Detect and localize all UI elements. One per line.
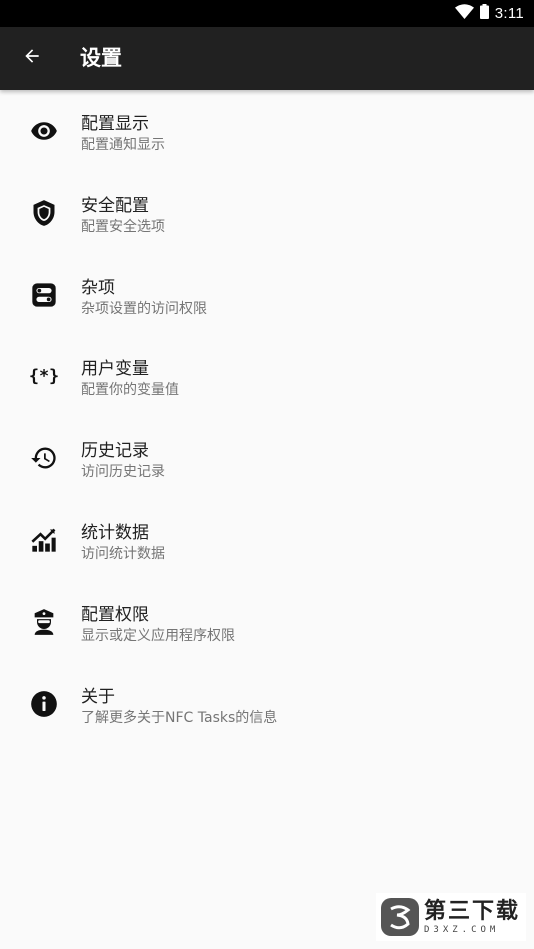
settings-item-title: 配置显示 bbox=[81, 114, 149, 134]
status-right: 3:11 bbox=[454, 0, 524, 27]
variable-icon: {*} bbox=[30, 362, 58, 390]
settings-item-subtitle: 配置安全选项 bbox=[81, 218, 165, 235]
settings-item-display[interactable]: 配置显示 配置通知显示 bbox=[0, 90, 534, 172]
back-button[interactable] bbox=[10, 36, 54, 80]
eye-icon bbox=[30, 117, 58, 145]
watermark-title: 第三下载 bbox=[424, 899, 521, 924]
settings-item-about[interactable]: 关于 了解更多关于NFC Tasks的信息 bbox=[0, 663, 534, 745]
settings-item-title: 安全配置 bbox=[81, 195, 149, 216]
info-icon bbox=[30, 690, 58, 718]
arrow-back-icon bbox=[22, 46, 42, 70]
settings-item-subtitle: 配置你的变量值 bbox=[81, 382, 179, 399]
settings-list: 配置显示 配置通知显示 安全配置 配置安全选项 杂项 杂项设置的访问权限 {*}… bbox=[0, 90, 534, 744]
settings-item-title: 关于 bbox=[81, 686, 115, 707]
watermark-subtitle: D3XZ.COM bbox=[424, 925, 500, 935]
svg-text:{*}: {*} bbox=[30, 366, 58, 386]
history-icon bbox=[30, 444, 58, 472]
app-bar: 设置 bbox=[0, 27, 534, 90]
settings-item-title: 统计数据 bbox=[81, 522, 149, 543]
settings-item-permissions[interactable]: 配置权限 显示或定义应用程序权限 bbox=[0, 581, 534, 663]
page-title: 设置 bbox=[80, 46, 122, 70]
watermark: 第三下载 D3XZ.COM bbox=[376, 893, 526, 941]
settings-item-subtitle: 杂项设置的访问权限 bbox=[81, 300, 207, 317]
settings-item-history[interactable]: 历史记录 访问历史记录 bbox=[0, 417, 534, 499]
settings-item-subtitle: 了解更多关于NFC Tasks的信息 bbox=[81, 709, 278, 726]
settings-item-title: 杂项 bbox=[81, 277, 115, 298]
settings-item-statistics[interactable]: 统计数据 访问统计数据 bbox=[0, 499, 534, 581]
settings-item-title: 配置权限 bbox=[81, 604, 149, 625]
battery-icon bbox=[479, 4, 489, 23]
settings-item-subtitle: 显示或定义应用程序权限 bbox=[81, 627, 235, 644]
settings-item-user-variables[interactable]: {*} 用户变量 配置你的变量值 bbox=[0, 335, 534, 417]
chart-icon bbox=[30, 526, 58, 554]
police-icon bbox=[30, 608, 58, 636]
shield-icon bbox=[30, 199, 58, 227]
settings-item-title: 用户变量 bbox=[81, 359, 149, 380]
settings-item-subtitle: 配置通知显示 bbox=[81, 137, 165, 153]
settings-item-title: 历史记录 bbox=[81, 441, 149, 462]
settings-item-security[interactable]: 安全配置 配置安全选项 bbox=[0, 172, 534, 254]
settings-item-subtitle: 访问历史记录 bbox=[81, 464, 165, 481]
status-bar: 3:11 bbox=[0, 0, 534, 27]
watermark-logo-icon bbox=[380, 897, 420, 937]
settings-item-misc[interactable]: 杂项 杂项设置的访问权限 bbox=[0, 254, 534, 336]
settings-item-subtitle: 访问统计数据 bbox=[81, 545, 165, 562]
watermark-text: 第三下载 D3XZ.COM bbox=[424, 899, 520, 935]
toggle-box-icon bbox=[30, 281, 58, 309]
status-time: 3:11 bbox=[494, 5, 524, 22]
wifi-icon bbox=[454, 4, 474, 23]
